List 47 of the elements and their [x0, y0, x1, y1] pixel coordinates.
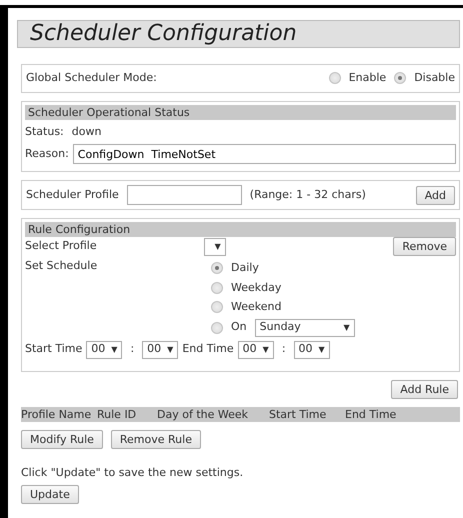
field-label: Scheduler Profile [26, 186, 119, 203]
radio-label: On [231, 319, 247, 336]
field-label: Global Scheduler Mode: [26, 70, 157, 86]
time-separator: : [130, 341, 134, 358]
radio-label: Daily [231, 260, 259, 276]
time-separator: : [282, 341, 286, 358]
dropdown[interactable]: ▼ [204, 238, 226, 256]
dropdown[interactable]: 00 ▼ [294, 340, 330, 358]
field-label: Status: [25, 124, 64, 140]
radio-button[interactable] [328, 72, 341, 84]
column-header: Start Time [269, 406, 328, 422]
rule-button[interactable]: Modify Rule [21, 430, 103, 448]
field-label: Start Time [25, 341, 82, 358]
column-header: End Time [345, 406, 398, 422]
field-label: End Time [182, 341, 234, 358]
radio-button[interactable] [211, 322, 223, 334]
radio-button[interactable] [211, 282, 223, 294]
page-title: Scheduler Configuration [17, 20, 460, 48]
field-label: Reason: [25, 146, 69, 162]
range-hint: (Range: 1 - 32 chars) [250, 186, 366, 203]
dropdown[interactable]: 00 ▼ [238, 340, 274, 358]
profile-field[interactable] [126, 185, 242, 205]
remove-button[interactable]: Remove [393, 237, 456, 256]
rule-button[interactable]: Remove Rule [110, 430, 201, 448]
dropdown[interactable]: 00 ▼ [142, 340, 178, 358]
dropdown[interactable]: Sunday ▼ [254, 318, 355, 336]
radio-button[interactable] [394, 72, 406, 84]
add-rule-button[interactable]: Add Rule [391, 380, 458, 398]
column-header: Day of the Week [157, 406, 250, 422]
section-heading: Rule Configuration [25, 222, 456, 237]
field-label: Select Profile [25, 238, 97, 254]
column-header: Profile Name [21, 406, 92, 422]
radio-button[interactable] [211, 262, 223, 274]
update-button[interactable]: Update [21, 485, 79, 504]
column-header: Rule ID [97, 406, 138, 422]
radio-label: Disable [414, 70, 455, 86]
radio-label: Weekend [231, 299, 282, 315]
dropdown[interactable]: 00 ▼ [86, 340, 122, 358]
radio-label: Enable [348, 70, 386, 86]
radio-label: Weekday [231, 280, 282, 296]
section-heading: Scheduler Operational Status [25, 104, 456, 120]
reason-field[interactable]: ConfigDown TimeNotSet [72, 144, 456, 164]
status-value: down [72, 124, 102, 140]
hint-text: Click "Update" to save the new settings. [21, 464, 244, 480]
radio-button[interactable] [211, 301, 223, 314]
add-button[interactable]: Add [416, 186, 455, 204]
field-label: Set Schedule [25, 258, 98, 274]
